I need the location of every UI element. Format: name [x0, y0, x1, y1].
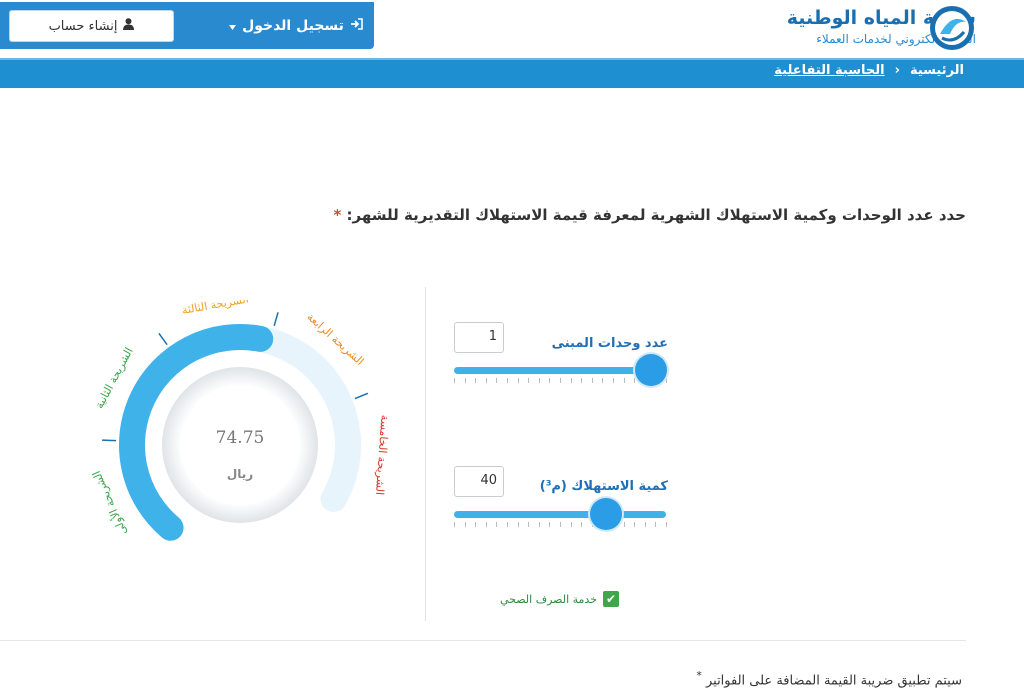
vat-note-star: *: [696, 669, 702, 682]
gauge-band-label: الشريحة الثالثة: [181, 300, 250, 317]
gauge-band-tick: [158, 332, 168, 346]
slider-tick: [634, 522, 636, 527]
sanitation-checkbox[interactable]: ✔: [603, 591, 619, 607]
consumption-input[interactable]: 40: [454, 466, 504, 497]
vertical-divider: [425, 287, 426, 621]
prompt-text: حدد عدد الوحدات وكمية الاستهلاك الشهرية …: [346, 206, 966, 224]
slider-tick: [475, 378, 477, 383]
breadcrumb: الرئيسية › الحاسبة التفاعلية: [0, 58, 1024, 88]
vat-note-text: سيتم تطبيق ضريبة القيمة المضافة على الفو…: [705, 673, 962, 689]
slider-tick: [464, 522, 466, 527]
register-label: إنشاء حساب: [48, 18, 118, 34]
consumption-slider-track[interactable]: [454, 511, 666, 518]
slider-tick: [623, 522, 625, 527]
units-slider-thumb[interactable]: [635, 354, 667, 386]
slider-tick: [496, 522, 498, 527]
slider-tick: [666, 378, 667, 383]
slider-tick: [517, 378, 519, 383]
slider-tick: [644, 522, 646, 527]
slider-tick: [496, 378, 498, 383]
slider-tick: [591, 378, 593, 383]
slider-tick: [517, 522, 519, 527]
gauge-band-tick: [273, 312, 279, 327]
consumption-slider-thumb[interactable]: [589, 498, 622, 530]
slider-tick: [634, 378, 636, 383]
slider-tick: [560, 522, 561, 527]
top-header: إنشاء حساب تسجيل الدخول شركة المياه الوط…: [0, 0, 1024, 58]
slider-tick: [485, 378, 487, 383]
slider-tick: [623, 378, 625, 383]
units-label: عدد وحدات المبنى: [551, 336, 668, 351]
slider-tick: [581, 522, 583, 527]
sanitation-service-option[interactable]: ✔ خدمة الصرف الصحي: [500, 591, 619, 607]
slider-tick: [454, 522, 455, 527]
breadcrumb-separator: ›: [894, 63, 900, 78]
slider-tick: [570, 378, 572, 383]
slider-tick: [454, 378, 455, 383]
breadcrumb-home-link[interactable]: الرئيسية: [910, 63, 964, 78]
slider-tick: [464, 378, 466, 383]
register-button[interactable]: إنشاء حساب: [9, 10, 174, 42]
slider-tick: [538, 522, 540, 527]
units-input[interactable]: 1: [454, 322, 504, 353]
slider-tick: [549, 378, 551, 383]
slider-tick: [528, 378, 530, 383]
breadcrumb-current[interactable]: الحاسبة التفاعلية: [774, 63, 884, 78]
vat-note: سيتم تطبيق ضريبة القيمة المضافة على الفو…: [696, 669, 962, 688]
consumption-slider-ticks: [454, 522, 667, 527]
consumption-label: كمية الاستهلاك (م³): [539, 479, 668, 494]
sign-in-icon: [350, 18, 363, 34]
login-button[interactable]: تسجيل الدخول: [228, 10, 364, 42]
units-slider-ticks: [454, 378, 667, 383]
check-icon: ✔: [605, 592, 617, 606]
gauge-value: 74.75: [215, 428, 265, 448]
slider-tick: [581, 378, 583, 383]
sanitation-label: خدمة الصرف الصحي: [500, 592, 597, 606]
slider-tick: [475, 522, 477, 527]
slider-tick: [613, 378, 614, 383]
slider-tick: [666, 522, 667, 527]
slider-tick: [528, 522, 530, 527]
auth-panel: إنشاء حساب تسجيل الدخول: [0, 2, 374, 49]
slider-tick: [507, 522, 508, 527]
calculator-prompt: حدد عدد الوحدات وكمية الاستهلاك الشهرية …: [333, 206, 966, 224]
chevron-down-icon: [229, 18, 237, 34]
slider-tick: [507, 378, 508, 383]
cost-gauge: الشريحة الأولىالشريحة الثانيةالشريحة الث…: [89, 300, 392, 542]
required-mark: *: [333, 206, 342, 224]
slider-tick: [602, 378, 604, 383]
slider-tick: [549, 522, 551, 527]
slider-tick: [655, 522, 657, 527]
gauge-band-tick: [354, 392, 369, 400]
horizontal-divider: [0, 640, 966, 641]
user-icon: [123, 18, 135, 34]
gauge-unit: ريال: [226, 467, 254, 481]
slider-tick: [538, 378, 540, 383]
slider-tick: [560, 378, 561, 383]
water-drop-logo-icon: [930, 6, 974, 50]
slider-tick: [485, 522, 487, 527]
login-label: تسجيل الدخول: [242, 18, 344, 34]
gauge-band-label: الشريحة الخامسة: [373, 414, 392, 495]
slider-tick: [570, 522, 572, 527]
